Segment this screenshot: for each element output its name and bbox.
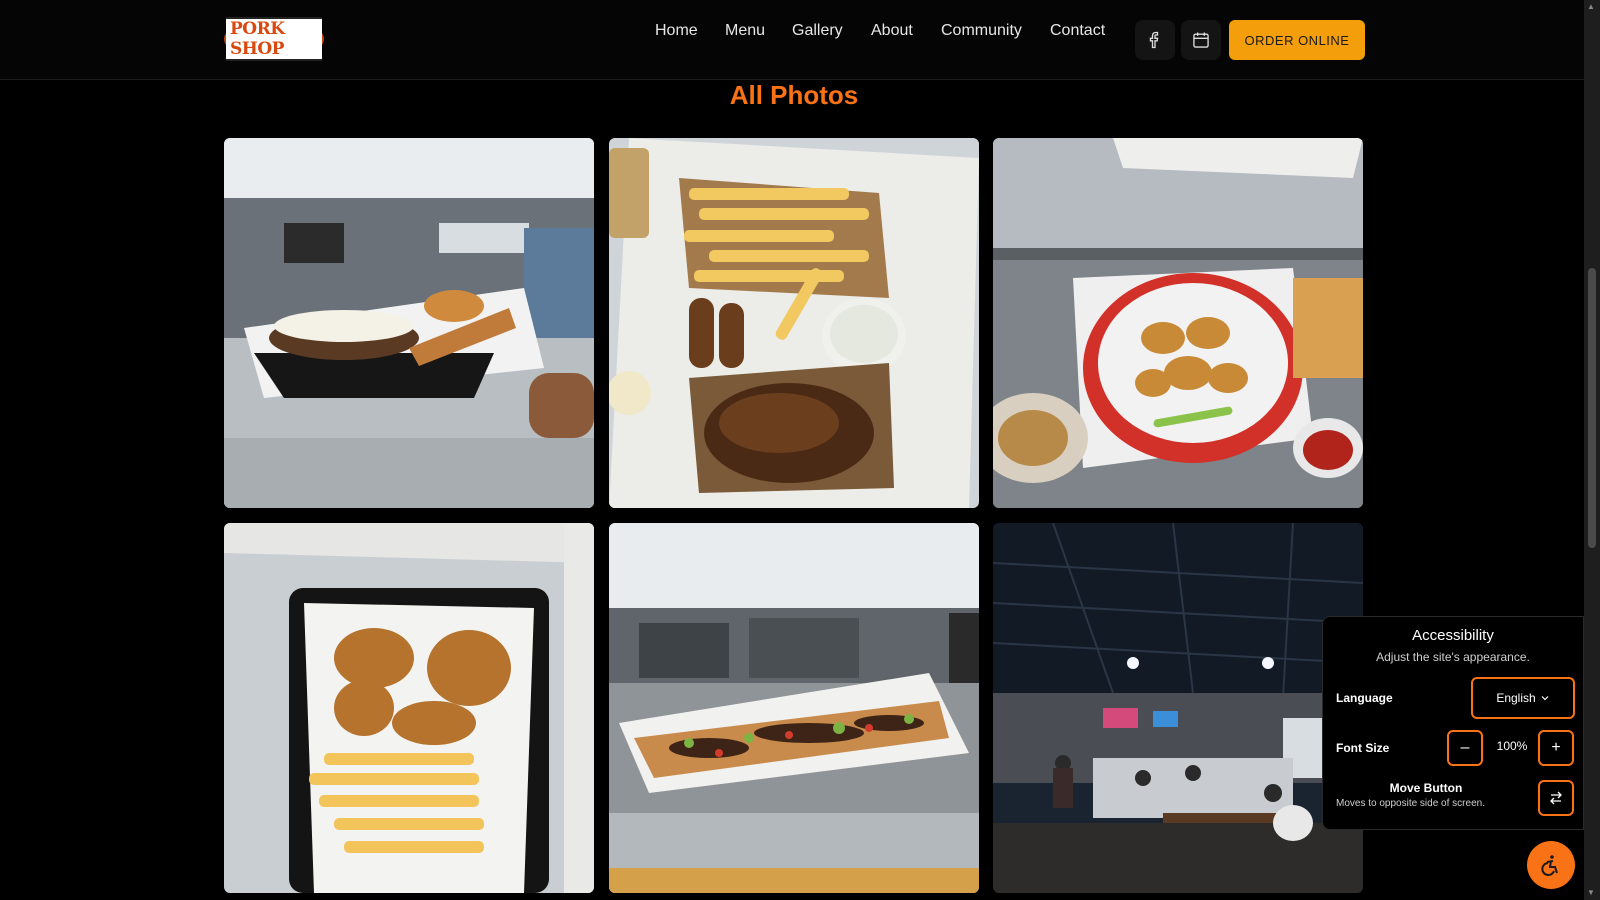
- scroll-thumb[interactable]: [1588, 268, 1596, 548]
- scroll-up-icon[interactable]: ▲: [1587, 2, 1595, 11]
- calendar-icon: [1193, 32, 1209, 48]
- nav-home[interactable]: Home: [655, 22, 698, 40]
- burger-basket-photo: [224, 138, 594, 508]
- font-size-label: Font Size: [1336, 741, 1390, 755]
- accessibility-subtitle: Adjust the site's appearance.: [1376, 650, 1530, 664]
- chevron-down-icon: [1541, 696, 1549, 701]
- wings-basket-photo: [993, 138, 1363, 508]
- accessibility-toggle-button[interactable]: [1527, 841, 1575, 889]
- gallery-photo-fried-chicken[interactable]: [224, 523, 594, 893]
- facebook-icon: [1149, 31, 1159, 49]
- facebook-button[interactable]: [1135, 20, 1175, 60]
- nav-about[interactable]: About: [871, 22, 913, 40]
- minus-icon: –: [1460, 739, 1470, 756]
- fried-chicken-fries-photo: [224, 523, 594, 893]
- restaurant-interior-photo: [993, 523, 1363, 893]
- site-header: PORK SHOP Home Menu Gallery About Commun…: [0, 0, 1584, 80]
- reservation-button[interactable]: [1181, 20, 1221, 60]
- gallery-photo-interior[interactable]: [993, 523, 1363, 893]
- order-online-button[interactable]: ORDER ONLINE: [1229, 20, 1365, 60]
- decrease-font-button[interactable]: –: [1447, 730, 1483, 766]
- page-title: All Photos: [729, 80, 859, 110]
- nav-contact[interactable]: Contact: [1050, 22, 1105, 40]
- language-value: English: [1496, 691, 1536, 705]
- nav-community[interactable]: Community: [941, 22, 1022, 40]
- font-size-value: 100%: [1496, 739, 1528, 753]
- page-scrollbar[interactable]: ▲ ▼: [1584, 0, 1600, 900]
- gallery-photo-flatbread[interactable]: [609, 523, 979, 893]
- gallery-photo-fries-pork[interactable]: [609, 138, 979, 508]
- move-button-subtitle: Moves to opposite side of screen.: [1336, 798, 1485, 809]
- flatbread-pizza-photo: [609, 523, 979, 893]
- gallery-photo-burger[interactable]: [224, 138, 594, 508]
- accessibility-icon: [1541, 855, 1558, 876]
- scroll-down-icon[interactable]: ▼: [1587, 888, 1595, 897]
- plus-icon: +: [1551, 739, 1561, 756]
- gallery-photo-wings[interactable]: [993, 138, 1363, 508]
- language-label: Language: [1336, 691, 1393, 705]
- move-button[interactable]: [1538, 780, 1574, 816]
- move-button-title: Move Button: [1389, 781, 1463, 795]
- language-select[interactable]: English: [1471, 677, 1575, 719]
- accessibility-title: Accessibility: [1412, 627, 1494, 644]
- swap-arrows-icon: [1550, 791, 1562, 805]
- nav-gallery[interactable]: Gallery: [792, 22, 843, 40]
- accessibility-panel: Accessibility Adjust the site's appearan…: [1322, 616, 1584, 830]
- nav-menu[interactable]: Menu: [725, 22, 765, 40]
- fries-pulled-pork-photo: [609, 138, 979, 508]
- increase-font-button[interactable]: +: [1538, 730, 1574, 766]
